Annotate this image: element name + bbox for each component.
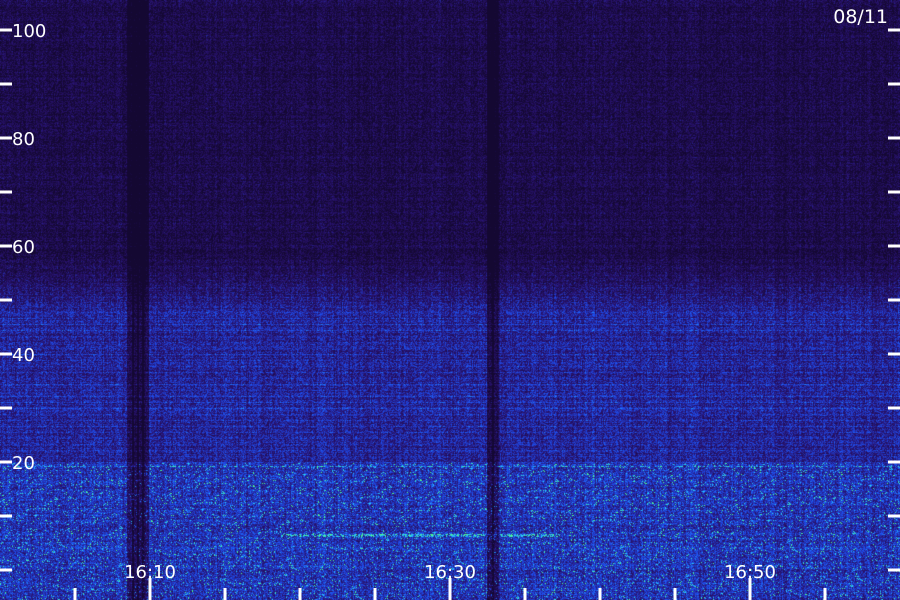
y-axis-left: 20 40 60 80 100 xyxy=(0,21,46,572)
x-tick-label: 16:10 xyxy=(124,562,176,583)
x-axis: 16:10 16:30 16:50 xyxy=(73,562,827,600)
x-tick-label: 16:50 xyxy=(724,562,776,583)
date-label: 08/11 xyxy=(833,6,888,28)
y-tick-label: 100 xyxy=(12,21,46,42)
x-tick-label: 16:30 xyxy=(424,562,476,583)
y-axis-right xyxy=(888,28,900,572)
y-tick-label: 60 xyxy=(12,237,35,258)
y-tick-label: 80 xyxy=(12,129,35,150)
y-tick-label: 40 xyxy=(12,345,35,366)
axis-overlay: 20 40 60 80 100 16:10 16:30 16:50 xyxy=(0,21,900,600)
y-tick-label: 20 xyxy=(12,453,35,474)
spectrogram-chart: 20 40 60 80 100 16:10 16:30 16:50 08/11 xyxy=(0,0,900,600)
